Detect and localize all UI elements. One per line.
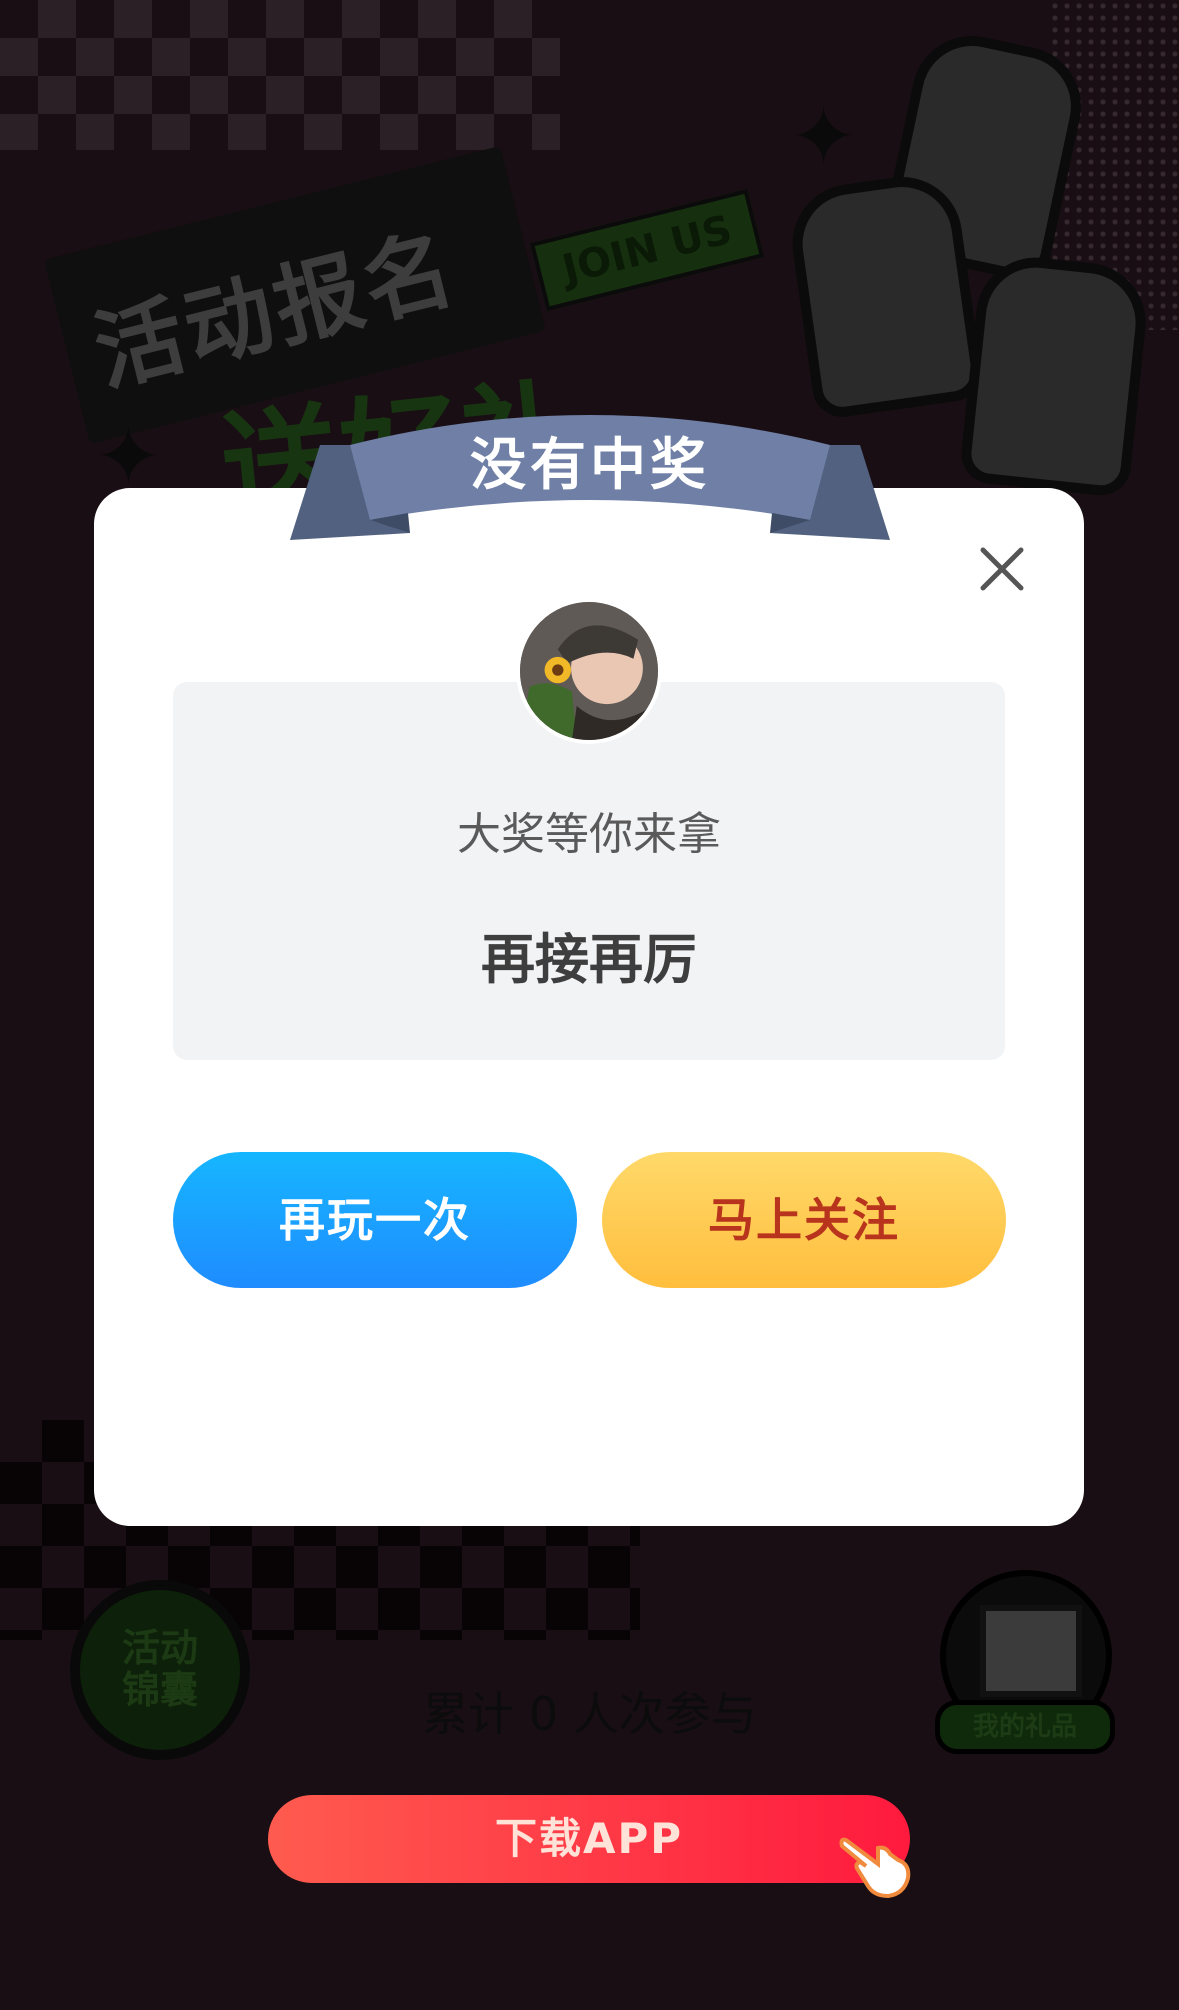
close-icon[interactable] (975, 542, 1029, 596)
modal-title: 没有中奖 (470, 433, 710, 498)
encouragement-text: 再接再厉 (481, 928, 697, 991)
prize-subtitle: 大奖等你来拿 (457, 809, 721, 860)
play-again-button[interactable]: 再玩一次 (173, 1152, 577, 1288)
avatar (516, 598, 662, 744)
avatar-image (520, 602, 658, 740)
follow-now-button[interactable]: 马上关注 (602, 1152, 1006, 1288)
